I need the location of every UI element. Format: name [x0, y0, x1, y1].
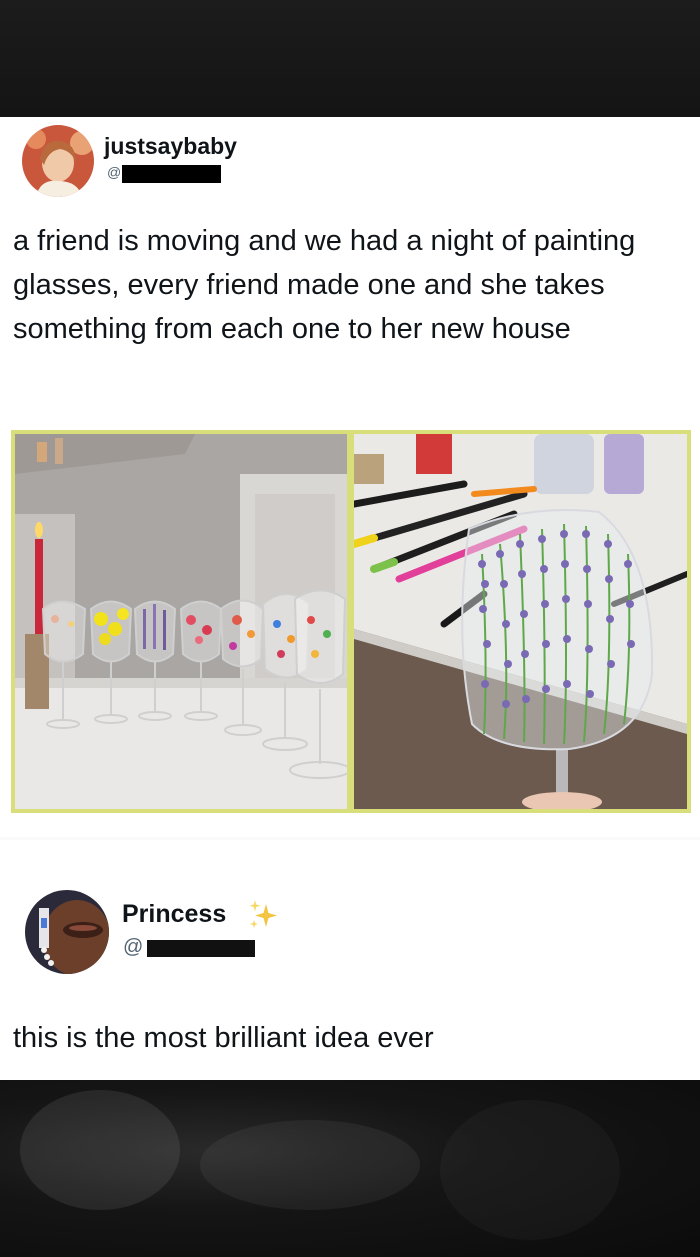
tweet-text: this is the most brilliant idea ever: [13, 1022, 434, 1054]
photo-lavender-glass[interactable]: [354, 434, 687, 809]
display-name[interactable]: Princess: [122, 900, 226, 929]
redacted-handle: [147, 940, 255, 957]
redacted-handle: [122, 165, 221, 183]
tweet-card: Princess @ this is the most brilliant id…: [0, 840, 700, 1080]
display-name[interactable]: justsaybaby: [104, 133, 237, 160]
bottom-background: [0, 1080, 700, 1257]
tweet-card: justsaybaby @ a friend is moving and we …: [0, 117, 700, 837]
photo-painted-glasses-row[interactable]: [15, 434, 347, 809]
avatar[interactable]: [25, 890, 109, 974]
handle-prefix[interactable]: @: [107, 164, 121, 180]
handle-prefix[interactable]: @: [123, 936, 143, 959]
tweet-text: a friend is moving and we had a night of…: [13, 225, 636, 345]
avatar[interactable]: [22, 125, 94, 197]
tweet-media[interactable]: [11, 430, 691, 813]
top-background: [0, 0, 700, 117]
sparkles-emoji: [246, 898, 280, 932]
